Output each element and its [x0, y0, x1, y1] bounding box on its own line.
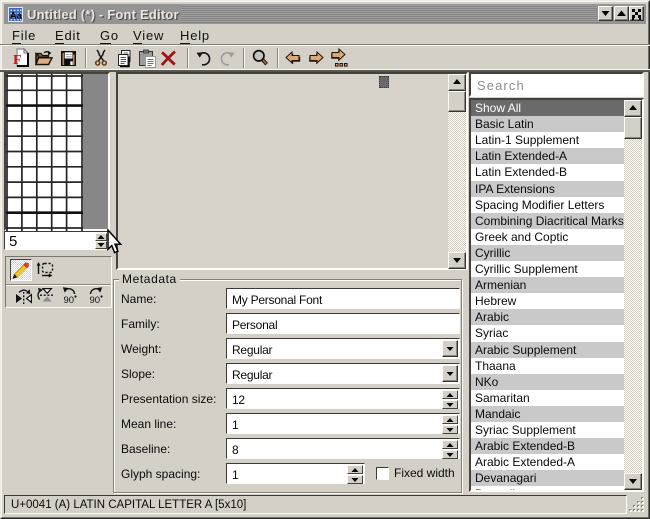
svg-text:Aa: Aa: [10, 11, 23, 22]
svg-text:F: F: [13, 53, 22, 68]
svg-text:90: 90: [64, 295, 75, 305]
svg-text:90: 90: [90, 295, 101, 305]
